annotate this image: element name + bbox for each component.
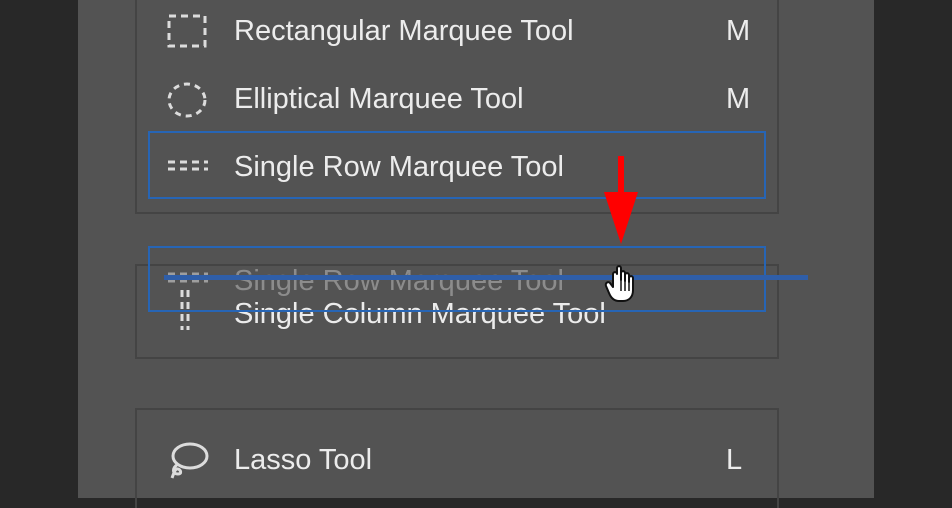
tool-item-single-row-marquee[interactable]: Single Row Marquee Tool [0, 134, 952, 198]
rectangular-marquee-icon [167, 14, 207, 48]
tool-item-rectangular-marquee[interactable]: Rectangular Marquee Tool M [0, 0, 952, 64]
tool-shortcut: L [726, 444, 743, 476]
tool-item-elliptical-marquee[interactable]: Elliptical Marquee Tool M [0, 66, 952, 130]
drag-ghost-label: Single Row Marquee Tool [234, 265, 564, 297]
drop-indicator-line [164, 275, 808, 280]
tool-label: Single Row Marquee Tool [234, 151, 564, 183]
tool-item-lasso[interactable]: Lasso Tool L [0, 426, 952, 490]
hand-cursor-icon [604, 265, 634, 302]
tool-shortcut: M [726, 15, 751, 47]
tool-shortcut: M [726, 83, 751, 115]
tool-label: Elliptical Marquee Tool [234, 83, 524, 115]
tool-label: Rectangular Marquee Tool [234, 15, 574, 47]
down-arrow-icon [604, 156, 638, 244]
elliptical-marquee-icon [167, 82, 207, 118]
single-row-marquee-icon [168, 160, 208, 171]
lasso-icon [170, 442, 209, 479]
tool-label: Lasso Tool [234, 444, 373, 476]
